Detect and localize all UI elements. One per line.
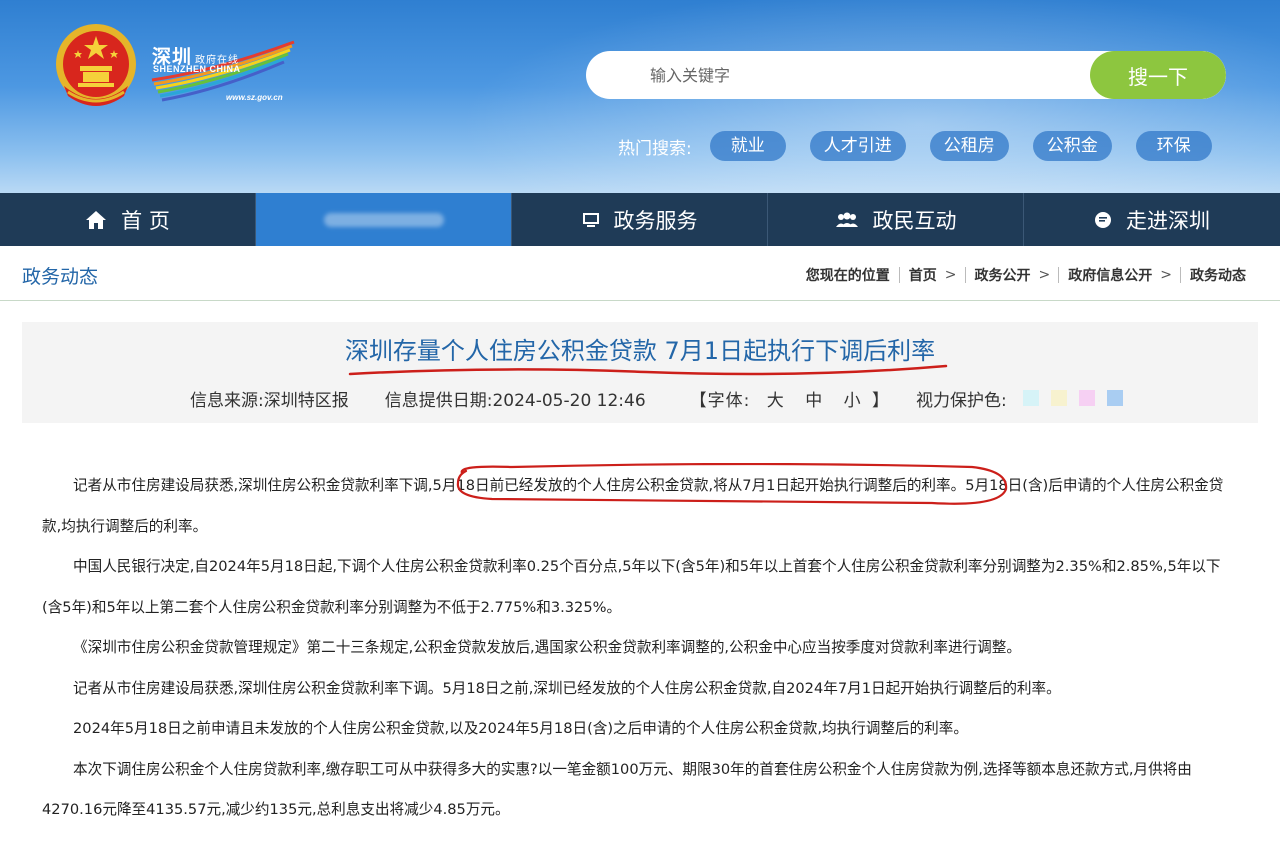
hot-search-bar: 热门搜索: 就业 人才引进 公租房 公积金 环保 — [618, 131, 1236, 161]
breadcrumb-gov-info[interactable]: 政府信息公开 — [1068, 265, 1152, 285]
font-size-close: 】 — [872, 390, 891, 411]
red-underline-annotation — [348, 364, 948, 376]
nav-interaction-label: 政民互动 — [872, 208, 957, 233]
article-source: 信息来源:深圳特区报 — [190, 390, 349, 411]
section-title: 政务动态 — [22, 266, 99, 288]
hot-tag-housing-fund[interactable]: 公积金 — [1032, 131, 1112, 161]
article-body: 记者从市住房建设局获悉,深圳住房公积金贷款利率下调,5月18日前已经发放的个人住… — [42, 466, 1238, 831]
article-paragraph: 记者从市住房建设局获悉,深圳住房公积金贷款利率下调,5月18日前已经发放的个人住… — [42, 477, 1224, 535]
article-title: 深圳存量个人住房公积金贷款 7月1日起执行下调后利率 — [344, 337, 936, 365]
hot-search-label: 热门搜索: — [618, 138, 692, 159]
nav-services[interactable]: 政务服务 — [512, 193, 768, 246]
eye-color-cyan[interactable] — [1022, 390, 1039, 406]
article-header: 深圳存量个人住房公积金贷款 7月1日起执行下调后利率 信息来源:深圳特区报 信息… — [22, 322, 1258, 423]
logo-text-en: SHENZHEN CHINA — [153, 64, 241, 74]
nav-services-label: 政务服务 — [613, 208, 698, 233]
logo-url: www.sz.gov.cn — [226, 93, 283, 102]
home-icon — [85, 210, 107, 230]
breadcrumb-home[interactable]: 首页 — [909, 265, 937, 285]
article-paragraph: 中国人民银行决定,自2024年5月18日起,下调个人住房公积金贷款利率0.25个… — [42, 558, 1221, 616]
breadcrumb-divider — [898, 267, 900, 283]
article-paragraph: 2024年5月18日之前申请且未发放的个人住房公积金贷款,以及2024年5月18… — [73, 720, 968, 737]
breadcrumb-separator: > — [944, 267, 957, 283]
search-input[interactable] — [586, 51, 1091, 99]
font-size-control: 【字体: 大 中 小 】 — [690, 386, 890, 411]
eye-color-blue[interactable] — [1106, 390, 1123, 406]
hot-tag-public-rental[interactable]: 公租房 — [929, 131, 1009, 161]
search-button[interactable]: 搜一下 — [1090, 51, 1226, 99]
hot-tag-jobs[interactable]: 就业 — [709, 131, 786, 161]
nav-about-label: 走进深圳 — [1126, 208, 1210, 233]
hot-tag-talent[interactable]: 人才引进 — [809, 131, 906, 161]
breadcrumb-divider — [1058, 267, 1060, 283]
main-nav: 首 页 政务服务 政民互动 走进深圳 — [0, 193, 1280, 246]
eye-color-pink[interactable] — [1078, 390, 1095, 406]
site-header: 深圳政府在线 SHENZHEN CHINA www.sz.gov.cn 搜一下 … — [0, 0, 1280, 193]
font-size-large[interactable]: 大 — [767, 391, 785, 411]
breadcrumb: 您现在的位置 首页 > 政务公开 > 政府信息公开 > 政务动态 — [806, 265, 1246, 285]
font-size-small[interactable]: 小 — [844, 391, 862, 411]
article-paragraph: 记者从市住房建设局获悉,深圳住房公积金贷款利率下调。5月18日之前,深圳已经发放… — [73, 679, 1061, 697]
breadcrumb-bar: 政务动态 您现在的位置 首页 > 政务公开 > 政府信息公开 > 政务动态 — [0, 246, 1280, 301]
monitor-icon — [582, 212, 600, 228]
nav-blurred-label — [323, 212, 444, 227]
hot-tag-environment[interactable]: 环保 — [1135, 131, 1212, 161]
article-meta: 信息来源:深圳特区报 信息提供日期:2024-05-20 12:46 【字体: … — [190, 386, 1123, 411]
eye-protect-label: 视力保护色: — [916, 390, 1007, 411]
nav-open-government[interactable] — [256, 193, 512, 246]
article-date: 信息提供日期:2024-05-20 12:46 — [384, 390, 646, 411]
eye-color-yellow[interactable] — [1050, 390, 1067, 406]
breadcrumb-open-gov[interactable]: 政务公开 — [975, 265, 1031, 285]
breadcrumb-gov-news[interactable]: 政务动态 — [1190, 265, 1246, 285]
national-emblem-icon — [56, 24, 136, 106]
breadcrumb-divider — [1180, 267, 1181, 283]
breadcrumb-prefix: 您现在的位置 — [805, 268, 890, 284]
chat-bubble-icon — [1094, 211, 1112, 229]
font-size-label: 【字体: — [689, 390, 751, 411]
font-size-medium[interactable]: 中 — [805, 391, 823, 411]
nav-home[interactable]: 首 页 — [0, 193, 256, 246]
nav-about-shenzhen[interactable]: 走进深圳 — [1024, 193, 1280, 246]
people-icon — [835, 212, 859, 228]
nav-interaction[interactable]: 政民互动 — [768, 193, 1024, 246]
search-box: 搜一下 — [586, 51, 1226, 99]
highlighted-sentence: 5月18日前已经发放的个人住房公积金贷款,将从7月1日起开始执行调整后的利率。 — [432, 477, 966, 494]
breadcrumb-separator: > — [1160, 267, 1172, 283]
article-paragraph: 《深圳市住房公积金贷款管理规定》第二十三条规定,公积金贷款发放后,遇国家公积金贷… — [73, 639, 1021, 656]
breadcrumb-separator: > — [1038, 267, 1051, 283]
article-paragraph: 本次下调住房公积金个人住房贷款利率,缴存职工可从中获得多大的实惠?以一笔金额10… — [42, 760, 1192, 819]
breadcrumb-divider — [964, 267, 966, 283]
nav-home-label: 首 页 — [121, 208, 170, 233]
